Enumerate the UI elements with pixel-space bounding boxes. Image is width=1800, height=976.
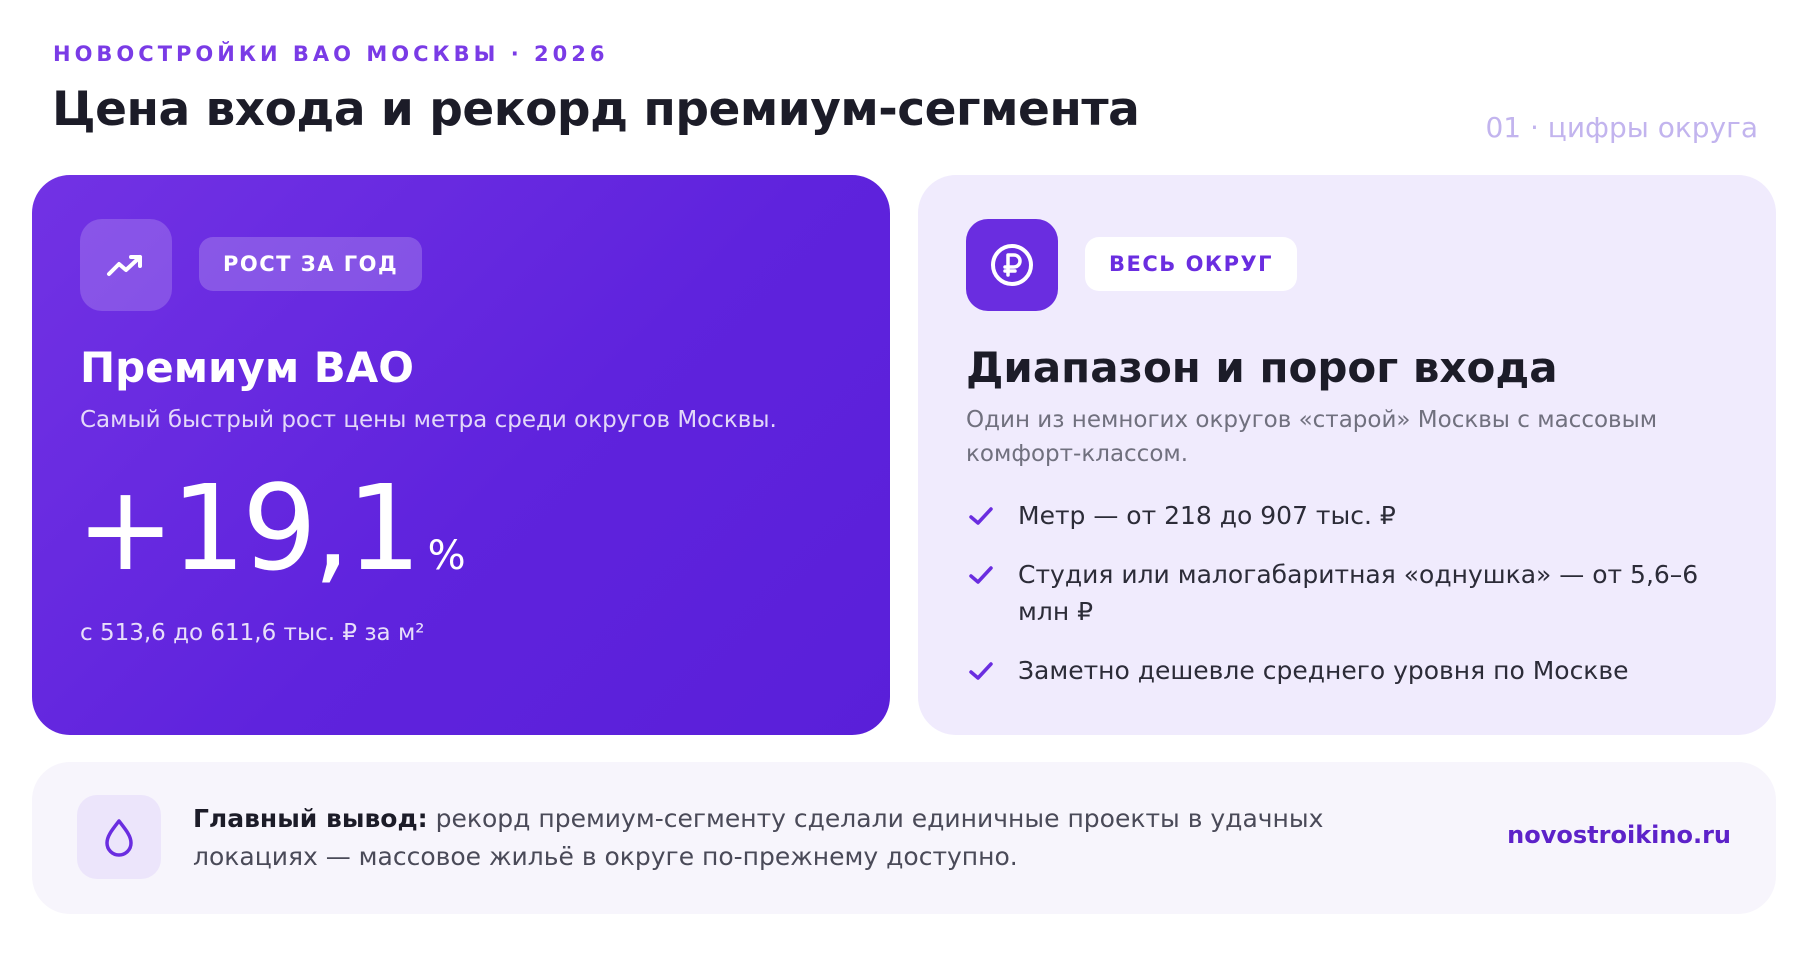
facts-list: Метр — от 218 до 907 тыс. ₽ Студия или м…: [966, 497, 1706, 711]
check-icon: [969, 662, 993, 680]
premium-card: РОСТ ЗА ГОД Премиум ВАО Самый быстрый ро…: [32, 175, 890, 735]
list-item-text: Заметно дешевле среднего уровня по Москв…: [1018, 656, 1629, 685]
list-item: Метр — от 218 до 907 тыс. ₽: [966, 497, 1706, 534]
premium-subtitle: Самый быстрый рост цены метра среди окру…: [80, 407, 777, 433]
price-range-note: с 513,6 до 611,6 тыс. ₽ за м²: [80, 620, 425, 646]
conclusion-text: Главный вывод: рекорд премиум-сегменту с…: [193, 800, 1453, 876]
district-subtitle: Один из немногих округов «старой» Москвы…: [966, 407, 1658, 467]
page-title: Цена входа и рекорд премиум-сегмента: [52, 82, 1140, 137]
ruble-coin-icon: [966, 219, 1058, 311]
brand-link[interactable]: novostroikino.ru: [1507, 821, 1731, 849]
list-item-text: Метр — от 218 до 907 тыс. ₽: [1018, 501, 1396, 530]
list-item-text: Студия или малогабаритная «однушка» — от…: [1018, 560, 1699, 626]
list-item: Студия или малогабаритная «однушка» — от…: [966, 556, 1706, 630]
drop-icon: [77, 795, 161, 879]
growth-figure: +19,1 %: [76, 453, 466, 603]
conclusion-banner: Главный вывод: рекорд премиум-сегменту с…: [32, 762, 1776, 914]
conclusion-lead: Главный вывод:: [193, 804, 428, 833]
page-index: 01 · цифры округа: [1485, 111, 1758, 144]
growth-unit: %: [427, 533, 466, 579]
growth-badge: РОСТ ЗА ГОД: [199, 237, 423, 291]
district-heading: Диапазон и порог входа: [966, 343, 1558, 392]
premium-heading: Премиум ВАО: [80, 343, 415, 392]
district-card: ВЕСЬ ОКРУГ Диапазон и порог входа Один и…: [918, 175, 1776, 735]
trend-up-icon: [80, 219, 172, 311]
district-badge: ВЕСЬ ОКРУГ: [1085, 237, 1298, 291]
list-item: Заметно дешевле среднего уровня по Москв…: [966, 652, 1706, 689]
eyebrow: НОВОСТРОЙКИ ВАО МОСКВЫ · 2026: [53, 42, 609, 66]
check-icon: [969, 566, 993, 584]
growth-value: +19,1: [76, 459, 422, 597]
check-icon: [969, 507, 993, 525]
